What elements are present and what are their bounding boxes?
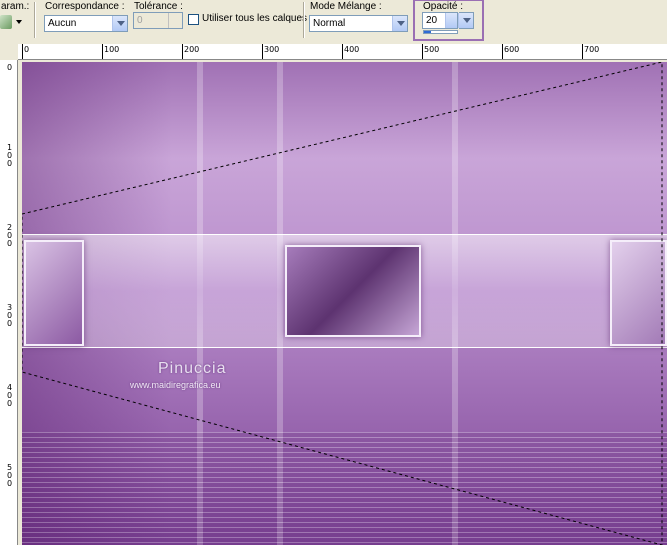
ruler-tick-label: 600 (504, 45, 520, 54)
ruler-tick-label: 2 0 0 (7, 223, 13, 248)
selection-marquee[interactable] (22, 62, 667, 545)
tool-preset-dropdown-icon[interactable] (16, 20, 22, 24)
ruler-tick-label: 3 0 0 (7, 303, 13, 328)
ruler-tick-label: 500 (424, 45, 440, 54)
ruler-tick-label: 0 (7, 63, 13, 72)
ruler-tick (342, 44, 343, 59)
horizontal-ruler: 0 100 200 300 400 500 600 700 (18, 44, 667, 60)
opacity-label: Opacité : (423, 1, 464, 12)
use-all-layers-label: Utiliser tous les calques (202, 13, 308, 24)
ruler-tick-label: 1 0 0 (7, 143, 13, 168)
ruler-tick (502, 44, 503, 59)
tolerance-value: 0 (137, 15, 143, 26)
ruler-tick (182, 44, 183, 59)
tolerance-label: Tolérance : (134, 1, 183, 12)
ruler-tick-label: 4 0 0 (7, 383, 13, 408)
image-canvas[interactable]: Pinuccia www.maidiregrafica.eu (22, 62, 667, 545)
ruler-tick-label: 400 (344, 45, 360, 54)
chevron-down-icon[interactable] (392, 16, 407, 31)
ruler-tick (422, 44, 423, 59)
ruler-tick-label: 5 0 0 (7, 463, 13, 488)
spin-arrows-icon[interactable] (445, 13, 457, 28)
ruler-corner (0, 44, 18, 60)
ruler-tick (22, 44, 23, 59)
ruler-tick-label: 700 (584, 45, 600, 54)
opacity-dropdown[interactable] (458, 12, 474, 29)
opacity-value: 20 (426, 15, 438, 26)
ruler-tick (102, 44, 103, 59)
ruler-tick-label: 100 (104, 45, 120, 54)
ruler-tick-label: 0 (24, 45, 30, 54)
opacity-level-fill (424, 31, 431, 33)
vertical-ruler: 0 1 0 0 2 0 0 3 0 0 4 0 0 5 0 0 (0, 60, 18, 545)
param-label: aram.: (1, 1, 30, 12)
blend-mode-value: Normal (313, 18, 346, 29)
toolbar-separator (34, 2, 36, 38)
blend-mode-label: Mode Mélange : (310, 1, 382, 12)
correspondance-select[interactable]: Aucun (44, 15, 128, 32)
use-all-layers-checkbox[interactable] (188, 14, 199, 25)
toolbar-separator (303, 2, 305, 38)
ruler-tick-label: 300 (264, 45, 280, 54)
tolerance-spinbox[interactable]: 0 (133, 12, 183, 29)
chevron-down-icon[interactable] (458, 13, 473, 28)
opacity-level-bar[interactable] (423, 30, 458, 34)
opacity-spinbox[interactable]: 20 (422, 12, 458, 29)
spin-arrows-icon[interactable] (168, 13, 182, 28)
correspondance-value: Aucun (48, 18, 77, 29)
tool-options-bar: aram.: Correspondance : Aucun Tolérance … (0, 0, 667, 45)
ruler-tick (262, 44, 263, 59)
chevron-down-icon[interactable] (112, 16, 127, 31)
tool-preset-icon[interactable] (0, 15, 12, 29)
correspondance-label: Correspondance : (45, 1, 125, 12)
blend-mode-select[interactable]: Normal (309, 15, 408, 32)
ruler-tick (582, 44, 583, 59)
ruler-tick-label: 200 (184, 45, 200, 54)
